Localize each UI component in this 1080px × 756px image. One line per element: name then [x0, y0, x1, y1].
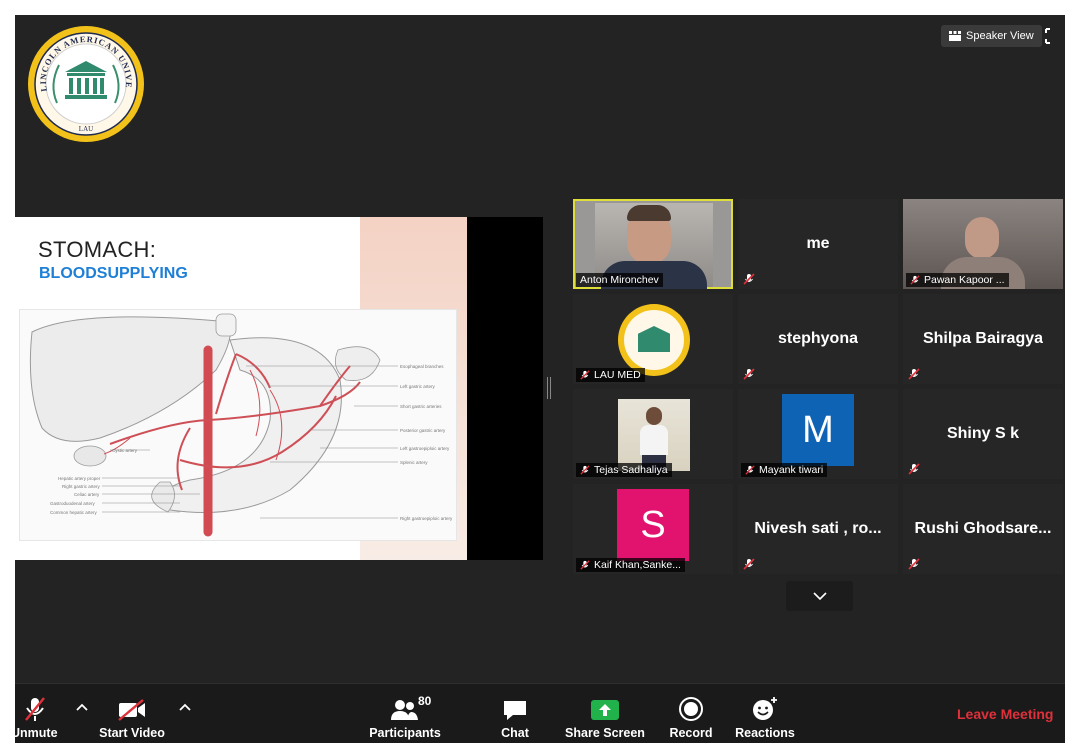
audio-options-caret-icon[interactable]: [75, 702, 89, 712]
participant-tile[interactable]: LAU MED: [573, 294, 733, 384]
speaker-view-label: Speaker View: [966, 30, 1034, 42]
muted-mic-icon: [743, 273, 755, 285]
muted-mic-icon: [743, 558, 755, 570]
participant-tile[interactable]: M Mayank tiwari: [738, 389, 898, 479]
muted-mic-icon: [908, 368, 920, 380]
participant-name: Nivesh sati , ro...: [754, 520, 882, 537]
participant-tile[interactable]: Pawan Kapoor ...: [903, 199, 1063, 289]
shared-screen[interactable]: STOMACH: BLOODSUPPLYING Esophageal branc…: [15, 217, 543, 560]
speaker-view-button[interactable]: Speaker View: [941, 25, 1042, 47]
participant-tile[interactable]: S Kaif Khan,Sanke...: [573, 484, 733, 574]
label-celiac: Celiac artery: [74, 492, 100, 497]
record-button[interactable]: Record: [663, 690, 719, 740]
chat-icon: [504, 701, 526, 720]
label-splenic: Splenic artery: [400, 460, 428, 465]
unmute-label: Unmute: [15, 726, 58, 740]
record-label: Record: [669, 726, 713, 740]
fullscreen-icon: [1045, 28, 1050, 44]
participant-photo: [618, 399, 690, 471]
share-screen-icon: [591, 700, 619, 720]
participant-avatar: S: [617, 489, 689, 561]
participant-name-label: Anton Mironchev: [576, 273, 663, 287]
muted-mic-icon: [910, 275, 920, 285]
muted-mic-icon: [908, 558, 920, 570]
video-off-icon: [118, 699, 145, 721]
participant-tile[interactable]: Tejas Sadhaliya: [573, 389, 733, 479]
participant-tile[interactable]: Anton Mironchev: [573, 199, 733, 289]
view-splitter-handle[interactable]: [547, 377, 551, 399]
chat-label: Chat: [501, 726, 529, 740]
participant-avatar: M: [782, 394, 854, 466]
label-short-gastric: Short gastric arteries: [400, 404, 442, 409]
muted-mic-icon: [25, 697, 45, 721]
label-hepatic-proper: Hepatic artery proper: [58, 476, 101, 481]
label-gastroduodenal: Gastroduodenal artery: [50, 501, 96, 506]
start-video-button[interactable]: Start Video: [93, 690, 171, 740]
muted-mic-icon: [580, 370, 590, 380]
label-right-gastroepiploic: Right gastroepiploic artery: [400, 516, 453, 521]
participant-name-label: Pawan Kapoor ...: [906, 273, 1009, 287]
stomach-artery-diagram: Esophageal branches Left gastric artery …: [19, 309, 457, 541]
participants-label: Participants: [369, 726, 441, 740]
grid-icon: [949, 31, 961, 41]
participant-name: Shilpa Bairagya: [922, 330, 1044, 347]
participants-icon: [391, 700, 418, 720]
participant-logo-avatar: [618, 304, 690, 376]
university-logo: LINCOLN AMERICAN UNIVERSITY LAU: [23, 17, 145, 143]
smiley-plus-icon: [753, 697, 777, 720]
muted-mic-icon: [745, 465, 755, 475]
participant-name: stephyona: [777, 330, 858, 347]
label-left-gastric: Left gastric artery: [400, 384, 436, 389]
share-screen-button[interactable]: Share Screen: [561, 690, 649, 740]
leave-meeting-button[interactable]: Leave Meeting: [957, 706, 1053, 722]
participant-name: me: [806, 235, 830, 252]
muted-mic-icon: [580, 560, 590, 570]
unmute-button[interactable]: Unmute: [15, 690, 61, 740]
participant-tile[interactable]: Shiny S k: [903, 389, 1063, 479]
participants-count: 80: [418, 694, 432, 708]
reactions-label: Reactions: [735, 726, 795, 740]
label-right-gastric: Right gastric artery: [62, 484, 101, 489]
participants-button[interactable]: Participants: [363, 690, 447, 740]
muted-mic-icon: [743, 368, 755, 380]
participant-name-label: Kaif Khan,Sanke...: [576, 558, 685, 572]
gallery-next-page-button[interactable]: [786, 581, 853, 611]
label-cystic: Cystic artery: [112, 448, 138, 453]
label-left-gastroepiploic: Left gastroepiploic artery: [400, 446, 450, 451]
reactions-button[interactable]: Reactions: [731, 690, 799, 740]
participant-name-label: Tejas Sadhaliya: [576, 463, 672, 477]
participant-name-label: Mayank tiwari: [741, 463, 828, 477]
slide-subtitle: BLOODSUPPLYING: [39, 265, 188, 282]
record-icon: [679, 697, 703, 721]
participant-name: Shiny S k: [946, 425, 1020, 442]
logo-bottom-text: LAU: [79, 125, 93, 133]
participant-tile[interactable]: stephyona: [738, 294, 898, 384]
participant-name-label: LAU MED: [576, 368, 645, 382]
label-common-hepatic: Common hepatic artery: [50, 510, 98, 515]
chevron-down-icon: [812, 592, 827, 600]
participant-tile[interactable]: Shilpa Bairagya: [903, 294, 1063, 384]
meeting-toolbar: Unmute Start Video Participants 80 Chat …: [15, 683, 1065, 743]
label-esophageal: Esophageal branches: [400, 364, 444, 369]
share-screen-label: Share Screen: [565, 726, 645, 740]
participant-tile[interactable]: me: [738, 199, 898, 289]
presentation-slide: STOMACH: BLOODSUPPLYING Esophageal branc…: [15, 217, 467, 560]
label-posterior-gastric: Posterior gastric artery: [400, 428, 446, 433]
fullscreen-button[interactable]: [1043, 27, 1057, 45]
video-options-caret-icon[interactable]: [178, 702, 192, 712]
muted-mic-icon: [908, 463, 920, 475]
slide-title: STOMACH:: [38, 237, 157, 262]
chat-button[interactable]: Chat: [489, 690, 541, 740]
zoom-meeting-window: LINCOLN AMERICAN UNIVERSITY LAU: [15, 15, 1065, 743]
start-video-label: Start Video: [99, 726, 165, 740]
muted-mic-icon: [580, 465, 590, 475]
participant-name: Rushi Ghodsare...: [914, 520, 1052, 537]
participant-tile[interactable]: Rushi Ghodsare...: [903, 484, 1063, 574]
participant-tile[interactable]: Nivesh sati , ro...: [738, 484, 898, 574]
